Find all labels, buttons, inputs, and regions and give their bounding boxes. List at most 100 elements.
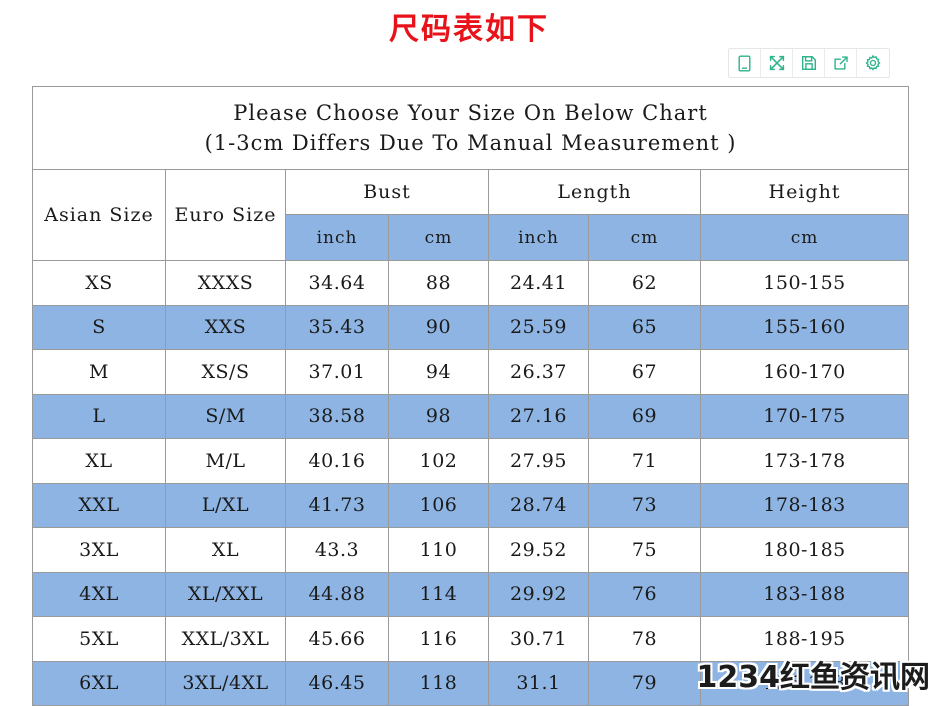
cell-length-inch: 29.92 [488, 571, 589, 617]
fullscreen-expand-button[interactable] [761, 49, 793, 77]
save-floppy-icon [801, 55, 817, 71]
cell-length-cm: 67 [588, 349, 701, 395]
cell-bust-cm: 88 [388, 260, 489, 306]
cell-length-cm: 65 [588, 304, 701, 350]
header-length-cm: cm [588, 214, 701, 261]
cell-euro-size: XXL/3XL [165, 616, 286, 662]
fullscreen-expand-icon [769, 55, 785, 71]
chart-caption-cell: Please Choose Your Size On Below Chart (… [31, 86, 910, 170]
header-height: Height [699, 169, 910, 215]
cell-euro-size: S/M [165, 393, 286, 439]
cell-bust-cm: 110 [388, 527, 489, 573]
cell-bust-cm: 114 [388, 571, 489, 617]
cell-bust-inch: 43.3 [285, 527, 389, 573]
cell-length-cm: 75 [588, 527, 701, 573]
cell-bust-cm: 94 [388, 349, 489, 395]
header-bust-inch: inch [285, 214, 389, 261]
cell-length-cm: 76 [588, 571, 701, 617]
cell-height: 178-183 [699, 482, 910, 528]
header-length-inch: inch [488, 214, 589, 261]
cell-euro-size: XXXS [165, 260, 286, 306]
cell-length-inch: 27.16 [488, 393, 589, 439]
cell-length-inch: 29.52 [488, 527, 589, 573]
cell-height: 173-178 [699, 438, 910, 484]
share-export-icon [833, 55, 849, 71]
cell-bust-cm: 116 [388, 616, 489, 662]
cell-asian-size: L [32, 393, 166, 439]
cell-asian-size: 5XL [32, 616, 166, 662]
cell-height: 180-185 [699, 527, 910, 573]
cell-length-cm: 69 [588, 393, 701, 439]
cell-bust-inch: 40.16 [285, 438, 389, 484]
table-row: L S/M 38.58 98 27.16 69 170-175 [32, 393, 910, 439]
cell-bust-inch: 35.43 [285, 304, 389, 350]
cell-euro-size: XXS [165, 304, 286, 350]
cell-bust-inch: 38.58 [285, 393, 389, 439]
cell-bust-inch: 46.45 [285, 660, 389, 706]
cell-asian-size: XL [32, 438, 166, 484]
watermark: 1234红鱼资讯网 [696, 660, 931, 695]
cell-asian-size: XS [32, 260, 166, 306]
cell-length-inch: 27.95 [488, 438, 589, 484]
cell-asian-size: 4XL [32, 571, 166, 617]
header-length: Length [488, 169, 701, 215]
table-row: 4XL XL/XXL 44.88 114 29.92 76 183-188 [32, 571, 910, 617]
cell-length-cm: 71 [588, 438, 701, 484]
mobile-preview-button[interactable] [729, 49, 761, 77]
cell-length-cm: 62 [588, 260, 701, 306]
header-euro-size: Euro Size [165, 169, 286, 261]
cell-length-inch: 25.59 [488, 304, 589, 350]
cell-bust-cm: 90 [388, 304, 489, 350]
header-asian-size: Asian Size [32, 169, 166, 261]
settings-button[interactable] [857, 49, 889, 77]
cell-bust-inch: 45.66 [285, 616, 389, 662]
cell-length-cm: 78 [588, 616, 701, 662]
cell-bust-cm: 98 [388, 393, 489, 439]
header-bust-cm: cm [388, 214, 489, 261]
mobile-preview-icon [737, 55, 752, 72]
cell-length-inch: 24.41 [488, 260, 589, 306]
cell-euro-size: 3XL/4XL [165, 660, 286, 706]
table-row: M XS/S 37.01 94 26.37 67 160-170 [32, 349, 910, 395]
table-row: XL M/L 40.16 102 27.95 71 173-178 [32, 438, 910, 484]
cell-euro-size: M/L [165, 438, 286, 484]
table-row: XXL L/XL 41.73 106 28.74 73 178-183 [32, 482, 910, 528]
size-rows-body: XS XXXS 34.64 88 24.41 62 150-155 S XXS 35.43 90 25… [32, 260, 910, 706]
cell-euro-size: L/XL [165, 482, 286, 528]
settings-gear-icon [865, 55, 881, 71]
toolbar [728, 48, 890, 78]
cell-asian-size: 3XL [32, 527, 166, 573]
cell-euro-size: XL/XXL [165, 571, 286, 617]
cell-bust-inch: 44.88 [285, 571, 389, 617]
cell-length-inch: 26.37 [488, 349, 589, 395]
cell-height: 150-155 [699, 260, 910, 306]
table-row: XS XXXS 34.64 88 24.41 62 150-155 [32, 260, 910, 306]
cell-asian-size: S [32, 304, 166, 350]
cell-height: 155-160 [699, 304, 910, 350]
chart-caption-row: Please Choose Your Size On Below Chart (… [31, 86, 910, 170]
caption-line-1: Please Choose Your Size On Below Chart [233, 101, 708, 125]
cell-height: 170-175 [699, 393, 910, 439]
cell-asian-size: XXL [32, 482, 166, 528]
cell-bust-inch: 37.01 [285, 349, 389, 395]
table-row: S XXS 35.43 90 25.59 65 155-160 [32, 304, 910, 350]
header-bust: Bust [285, 169, 489, 215]
save-button[interactable] [793, 49, 825, 77]
cell-length-cm: 79 [588, 660, 701, 706]
header-group-row: Asian Size Euro Size Bust Length Height [32, 169, 910, 261]
cell-bust-inch: 34.64 [285, 260, 389, 306]
page-title: 尺码表如下 [389, 12, 549, 47]
cell-euro-size: XL [165, 527, 286, 573]
cell-length-inch: 28.74 [488, 482, 589, 528]
cell-height: 183-188 [699, 571, 910, 617]
table-row: 3XL XL 43.3 110 29.52 75 180-185 [32, 527, 910, 573]
cell-bust-cm: 102 [388, 438, 489, 484]
cell-asian-size: M [32, 349, 166, 395]
header-height-cm: cm [699, 214, 910, 261]
size-chart-table: Please Choose Your Size On Below Chart (… [31, 86, 910, 706]
caption-line-2: (1-3cm Differs Due To Manual Measurement… [204, 131, 737, 155]
share-button[interactable] [825, 49, 857, 77]
cell-length-inch: 31.1 [488, 660, 589, 706]
cell-bust-cm: 106 [388, 482, 489, 528]
cell-bust-cm: 118 [388, 660, 489, 706]
